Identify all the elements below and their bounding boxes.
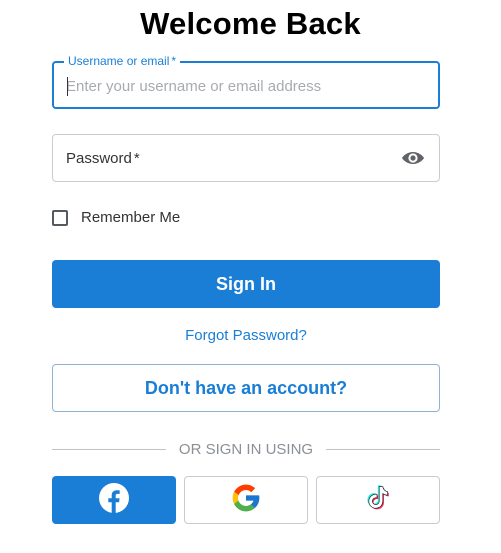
page-title: Welcome Back [140, 6, 361, 41]
eye-icon[interactable] [401, 148, 425, 168]
remember-me[interactable]: Remember Me [52, 209, 180, 226]
google-icon [230, 482, 262, 519]
username-required-mark: * [171, 54, 177, 68]
remember-checkbox[interactable] [52, 209, 68, 226]
forgot-password-link[interactable]: Forgot Password? [0, 327, 492, 344]
facebook-login-button[interactable] [52, 476, 176, 524]
register-button[interactable]: Don't have an account? [52, 364, 440, 412]
text-caret [67, 77, 68, 96]
username-label: Username or email * [64, 54, 181, 68]
tiktok-login-button[interactable] [316, 476, 440, 524]
password-required-mark: * [133, 150, 140, 167]
password-field[interactable]: Password * [52, 134, 440, 182]
social-divider: OR SIGN IN USING [52, 440, 440, 460]
username-input[interactable] [66, 75, 426, 97]
username-label-text: Username or email [68, 54, 170, 68]
username-field[interactable]: Username or email * [52, 54, 440, 109]
sign-in-button[interactable]: Sign In [52, 260, 440, 308]
password-label: Password * [66, 150, 140, 167]
divider-line-right [326, 449, 440, 450]
tiktok-icon [362, 482, 394, 519]
facebook-icon [99, 482, 129, 518]
google-login-button[interactable] [184, 476, 308, 524]
remember-label: Remember Me [81, 209, 181, 226]
password-label-text: Password [66, 150, 132, 167]
